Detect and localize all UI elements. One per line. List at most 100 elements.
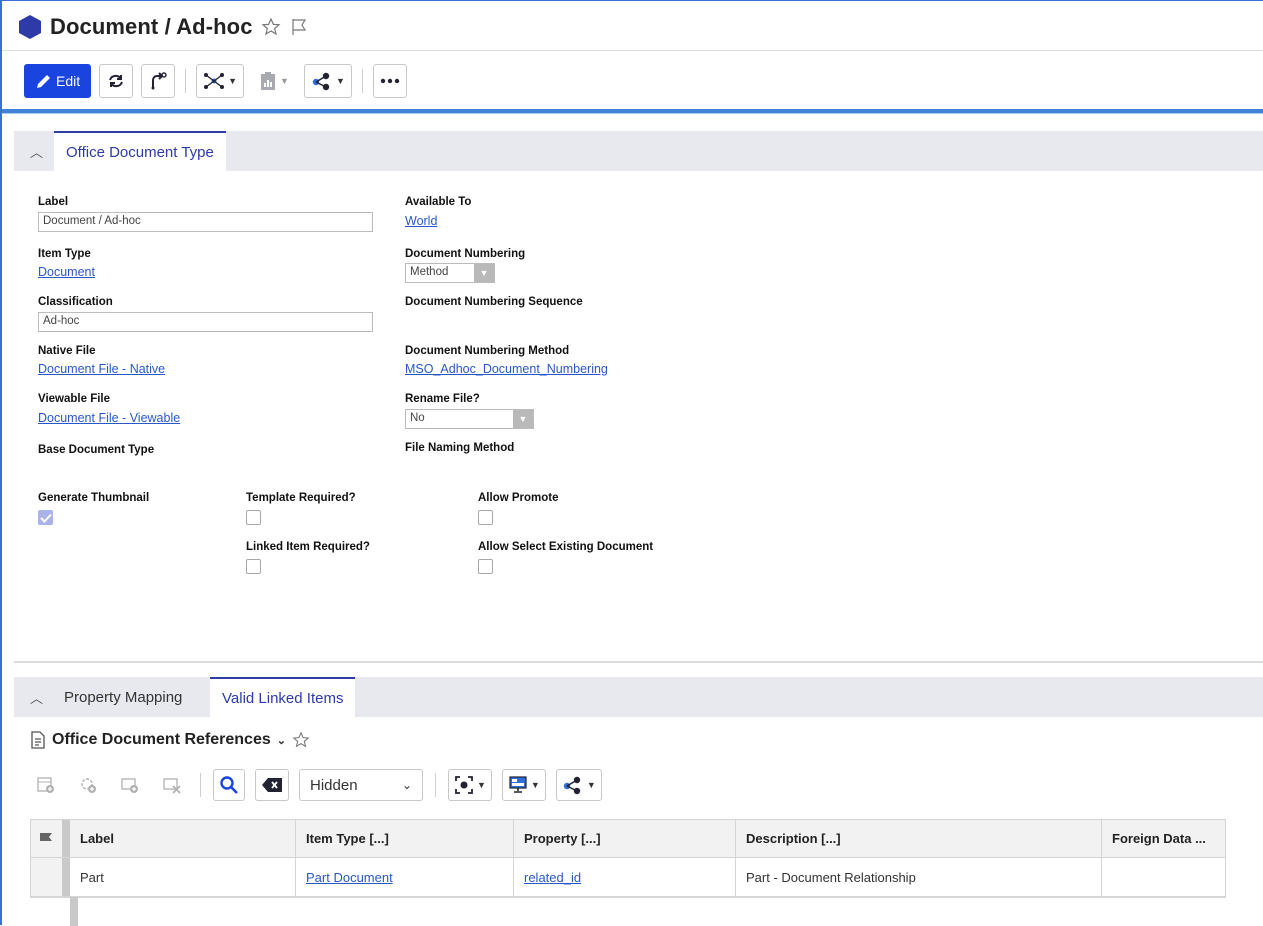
checkmark-icon — [39, 513, 52, 523]
grid-toolbar: Hidden ⌄ ▼ ▼ ▼ — [30, 766, 602, 804]
chevron-down-icon: ▼ — [477, 780, 486, 790]
title-bar: Document / Ad-hoc — [18, 11, 309, 43]
tab-label: Property Mapping — [64, 688, 183, 706]
star-icon[interactable] — [292, 731, 310, 749]
classification-field-label: Classification — [38, 296, 113, 308]
viewable-file-field-label: Viewable File — [38, 393, 111, 405]
generate-thumbnail-checkbox[interactable] — [38, 510, 53, 525]
grid-share-menu-button[interactable]: ▼ — [555, 769, 602, 801]
grid-frozen-column-rail — [70, 897, 78, 926]
clipboard-report-icon — [261, 72, 276, 90]
share-icon — [563, 776, 581, 795]
document-numbering-value: Method — [410, 266, 449, 278]
refresh-button[interactable] — [99, 64, 134, 98]
chevron-down-icon: ▼ — [530, 780, 540, 790]
column-header-label[interactable]: Label — [70, 819, 296, 857]
column-header-foreign-data[interactable]: Foreign Data ... — [1102, 819, 1226, 857]
share-menu-button[interactable]: ▼ — [303, 64, 352, 98]
search-icon — [220, 776, 238, 794]
column-header-description[interactable]: Description [...] — [736, 819, 1102, 857]
item-type-link[interactable]: Part Document — [306, 870, 393, 885]
template-required-checkbox[interactable] — [246, 510, 261, 525]
cell-label[interactable]: Part — [70, 858, 296, 896]
more-actions-button[interactable] — [372, 64, 407, 98]
structure-menu-button[interactable]: ▼ — [196, 64, 245, 98]
pick-related-button[interactable] — [114, 769, 146, 801]
edit-button-label: Edit — [56, 73, 81, 89]
property-link[interactable]: related_id — [524, 870, 581, 885]
flag-icon[interactable] — [289, 17, 309, 37]
workflow-button[interactable] — [141, 64, 176, 98]
edit-button[interactable]: Edit — [24, 64, 92, 98]
available-to-link[interactable]: World — [405, 214, 437, 228]
collapse-chevron-icon[interactable]: ︿ — [30, 142, 43, 161]
label-field-label: Label — [38, 196, 69, 208]
tab-valid-linked-items[interactable]: Valid Linked Items — [210, 677, 356, 717]
new-relationship-button[interactable] — [30, 769, 62, 801]
relationships-grid: Label Item Type [...] Property [...] Des… — [30, 819, 1226, 897]
allow-promote-checkbox[interactable] — [478, 510, 493, 525]
chevron-down-icon: ▼ — [586, 780, 596, 790]
form-section-header: ︿ Office Document Type — [14, 131, 1263, 171]
page-title: Document / Ad-hoc — [50, 14, 253, 39]
search-button[interactable] — [213, 769, 245, 801]
toolbar-separator — [200, 773, 201, 797]
add-relationship-button[interactable] — [72, 769, 104, 801]
cell-description[interactable]: Part - Document Relationship — [736, 858, 1102, 896]
table-row[interactable]: Part Part Document related_id Part - Doc… — [30, 858, 1226, 897]
chevron-down-icon[interactable]: ⌄ — [277, 734, 286, 747]
grid-title: Office Document References — [52, 731, 271, 748]
document-numbering-sequence-field-label: Document Numbering Sequence — [405, 296, 583, 308]
cell-item-type[interactable]: Part Document — [296, 858, 514, 896]
search-mode-dropdown[interactable]: Hidden ⌄ — [299, 769, 423, 801]
chevron-down-icon: ⌄ — [401, 778, 412, 792]
linked-item-required-label: Linked Item Required? — [246, 541, 370, 553]
template-required-label: Template Required? — [246, 492, 356, 504]
native-file-link[interactable]: Document File - Native — [38, 362, 165, 376]
clear-search-button[interactable] — [255, 769, 289, 801]
relationships-tab-bar: ︿ Property Mapping Valid Linked Items — [14, 677, 1263, 717]
viewable-file-link[interactable]: Document File - Viewable — [38, 411, 180, 425]
cell-property[interactable]: related_id — [514, 858, 736, 896]
display-menu-button[interactable]: ▼ — [501, 769, 546, 801]
available-to-field-label: Available To — [405, 196, 472, 208]
tab-office-document-type[interactable]: Office Document Type — [54, 131, 226, 171]
chevron-down-icon: ▼ — [335, 76, 345, 86]
grid-view-menu-button[interactable]: ▼ — [448, 769, 492, 801]
grid-header-row: Label Item Type [...] Property [...] Des… — [30, 819, 1226, 858]
row-flag-cell[interactable] — [30, 858, 70, 896]
tab-property-mapping[interactable]: Property Mapping — [52, 677, 194, 717]
classification-input[interactable]: Ad-hoc — [38, 312, 373, 332]
more-icon — [380, 78, 400, 84]
rename-file-select[interactable]: No ▼ — [405, 409, 534, 429]
rename-file-value: No — [410, 412, 425, 424]
chevron-down-icon: ▼ — [474, 264, 494, 282]
label-input[interactable]: Document / Ad-hoc — [38, 212, 373, 232]
allow-select-existing-checkbox[interactable] — [478, 559, 493, 574]
collapse-chevron-icon[interactable]: ︿ — [30, 688, 43, 707]
report-menu-button[interactable]: ▼ — [252, 64, 296, 98]
structure-icon — [204, 73, 225, 89]
item-type-link[interactable]: Document — [38, 265, 95, 279]
cell-foreign-data[interactable] — [1102, 858, 1226, 896]
title-divider — [2, 50, 1263, 51]
pencil-icon — [37, 75, 50, 88]
native-file-field-label: Native File — [38, 345, 96, 357]
document-numbering-select[interactable]: Method ▼ — [405, 263, 495, 283]
linked-item-required-checkbox[interactable] — [246, 559, 261, 574]
main-toolbar: Edit ▼ ▼ ▼ — [24, 62, 407, 100]
toolbar-separator — [435, 773, 436, 797]
delete-relationship-button[interactable] — [156, 769, 188, 801]
flag-column-header[interactable] — [30, 819, 70, 857]
tab-label: Valid Linked Items — [222, 689, 344, 707]
chevron-down-icon: ▼ — [280, 76, 289, 86]
star-icon[interactable] — [261, 17, 281, 37]
grid-title-bar: Office Document References ⌄ — [30, 731, 310, 749]
focus-view-icon — [455, 776, 473, 794]
column-header-item-type[interactable]: Item Type [...] — [296, 819, 514, 857]
document-numbering-method-link[interactable]: MSO_Adhoc_Document_Numbering — [405, 362, 608, 376]
gear-add-icon — [81, 778, 96, 793]
office-document-type-form: Label Document / Ad-hoc Item Type Docume… — [14, 171, 1263, 663]
column-header-property[interactable]: Property [...] — [514, 819, 736, 857]
pick-item-icon — [121, 778, 138, 793]
